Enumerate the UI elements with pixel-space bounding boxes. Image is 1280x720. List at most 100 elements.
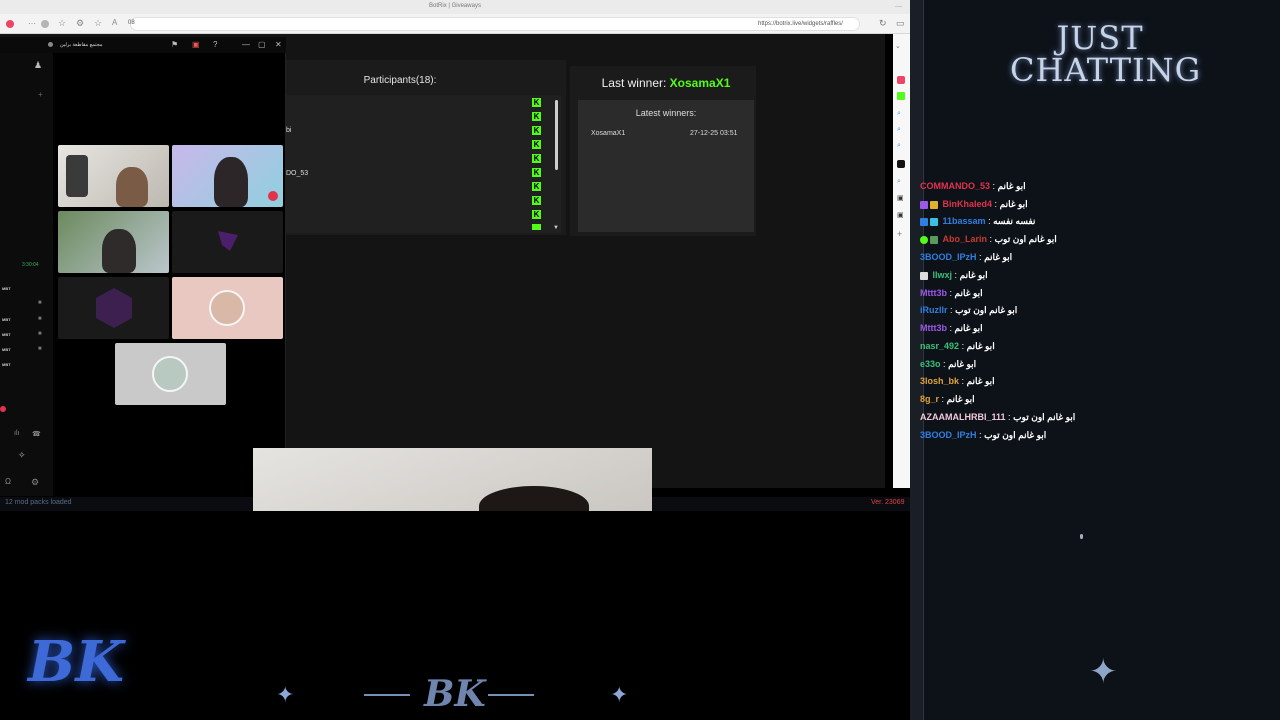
participants-list[interactable]: bi DO_53 K K K K K K K K K [286, 95, 561, 233]
chat-separator: : [989, 234, 993, 244]
profile-icon[interactable] [41, 20, 49, 28]
soundboard-icon[interactable]: ılı [14, 430, 19, 437]
chat-text: ابو غانم [966, 341, 995, 351]
chat-message: 3BOOD_IPzH : ابو غانم [920, 252, 1012, 263]
chat-username: nasr_492 [920, 341, 960, 351]
chat-separator: : [992, 181, 996, 191]
tiktok-icon[interactable] [897, 160, 905, 168]
chat-message: 3BOOD_IPzH : ابو غانم اون توب [920, 430, 1046, 441]
activity-icon[interactable]: ✧ [18, 450, 26, 461]
address-prefix: 08 [128, 20, 135, 26]
search-icon[interactable]: ⌕ [897, 142, 901, 150]
help-icon[interactable]: ? [213, 40, 217, 49]
settings-icon[interactable]: ⚙ [31, 477, 39, 488]
chat-username: 8g_r [920, 394, 940, 404]
chat-username: 11bassam [942, 216, 986, 226]
headphones-icon[interactable]: Ω [5, 477, 11, 486]
search-icon[interactable]: ⌕ [897, 126, 901, 134]
video-tile[interactable] [58, 145, 169, 207]
reload-icon[interactable]: ↻ [879, 18, 887, 29]
address-url[interactable]: https://botrix.live/widgets/raffles/ [758, 21, 843, 27]
chat-message: BinKhaled4 : ابو غانم [920, 199, 1028, 210]
add-friend-icon[interactable]: ♟ [34, 60, 42, 71]
kick-icon: K [532, 210, 541, 219]
sparkle-icon: ✦ [610, 682, 629, 707]
record-icon[interactable]: ▣ [192, 40, 200, 49]
scroll-down-arrow-icon[interactable]: ▼ [553, 225, 559, 231]
close-icon[interactable]: ✕ [275, 40, 282, 49]
address-bar[interactable] [130, 17, 860, 31]
participants-scrollbar[interactable] [555, 100, 558, 170]
camera-icon: ■ [38, 316, 42, 322]
browser-sidebar: ⌄ ⌕ ⌕ ⌕ ⌕ ▣ ▣ + [893, 34, 910, 488]
video-tile[interactable] [172, 277, 283, 339]
extensions-icon[interactable]: ⚙ [76, 18, 84, 29]
maximize-icon[interactable]: ▢ [258, 40, 266, 49]
chat-separator: : [950, 305, 953, 315]
search-icon[interactable]: ⌕ [897, 110, 901, 118]
camera-icon: ■ [38, 331, 42, 337]
video-tile[interactable] [58, 211, 169, 273]
sidebar-app-icon[interactable] [897, 76, 905, 84]
bookmark-icon[interactable]: ☆ [94, 18, 102, 29]
last-winner-name: XosamaX1 [669, 76, 731, 90]
participant-figure [214, 157, 248, 207]
search-icon[interactable]: ⌕ [897, 178, 901, 186]
video-tile[interactable] [115, 343, 226, 405]
voice-user[interactable]: MBT [2, 332, 11, 337]
latest-winners-box [578, 100, 754, 232]
browser-logo-icon[interactable] [6, 20, 14, 28]
box-icon[interactable]: ▣ [897, 211, 904, 219]
chat-username: 3losh_bk [920, 376, 960, 386]
video-tile[interactable] [58, 277, 169, 339]
chat-text: ابو غانم [997, 181, 1026, 191]
video-tile[interactable] [172, 145, 283, 207]
browser-tab-title[interactable]: BotRix | Giveaways [380, 3, 530, 9]
version-label: Ver. 23069 [871, 499, 905, 506]
winner-date: 27-12-25 03:51 [690, 130, 738, 137]
add-server-icon[interactable]: + [38, 90, 43, 99]
voice-user[interactable]: MBT [2, 347, 11, 352]
chat-username: 3BOOD_IPzH [920, 430, 977, 440]
mod-packs-status: 12 mod packs loaded [5, 499, 72, 506]
voice-user[interactable]: MBT [2, 317, 11, 322]
kick-icon: K [532, 112, 541, 121]
chat-text: ابو غانم [948, 359, 977, 369]
camera-icon: ■ [38, 346, 42, 352]
split-view-icon[interactable]: ▭ [896, 18, 905, 29]
voice-user[interactable]: MBT [2, 362, 11, 367]
divider-line [364, 694, 410, 696]
star-icon[interactable]: ☆ [58, 18, 66, 29]
minimize-icon[interactable]: — [242, 40, 250, 49]
latest-winners-title: Latest winners: [635, 108, 697, 118]
flag-icon[interactable]: ⚑ [171, 40, 178, 49]
badge-icon [930, 235, 938, 244]
chat-text: ابو غانم اون توب [955, 305, 1018, 315]
window-minimize-icon[interactable]: — [895, 3, 902, 10]
last-winner-label: Last winner: [601, 76, 667, 90]
chat-username: iRuzllr [920, 305, 948, 315]
chat-text: ابو غانم [946, 394, 975, 404]
sparkle-icon: ✦ [276, 682, 295, 707]
badge-icon [920, 217, 928, 226]
dot-marker [1080, 534, 1083, 539]
add-icon[interactable]: + [897, 229, 902, 239]
chat-message: 8g_r : ابو غانم [920, 394, 975, 405]
chat-username: Mttt3b [920, 323, 947, 333]
chat-username: llwxj [932, 270, 953, 280]
chat-username: Abo_Larin [942, 234, 988, 244]
chat-username: BinKhaled4 [942, 199, 993, 209]
chevron-down-icon[interactable]: ⌄ [895, 42, 901, 50]
menu-dots-icon[interactable]: ⋯ [28, 19, 36, 28]
disconnect-icon[interactable]: ☎ [32, 430, 41, 438]
translate-icon[interactable]: A [112, 18, 117, 27]
video-tile[interactable] [172, 211, 283, 273]
chat-username: AZAAMALHRBI_111 [920, 412, 1006, 422]
chat-text: ابو غانم [959, 270, 988, 280]
kick-icon: K [532, 168, 541, 177]
chat-separator: : [949, 288, 953, 298]
chat-text: ابو غانم [954, 323, 983, 333]
kick-icon[interactable] [897, 92, 905, 100]
voice-user[interactable]: MBT [2, 286, 11, 291]
bag-icon[interactable]: ▣ [897, 194, 904, 202]
